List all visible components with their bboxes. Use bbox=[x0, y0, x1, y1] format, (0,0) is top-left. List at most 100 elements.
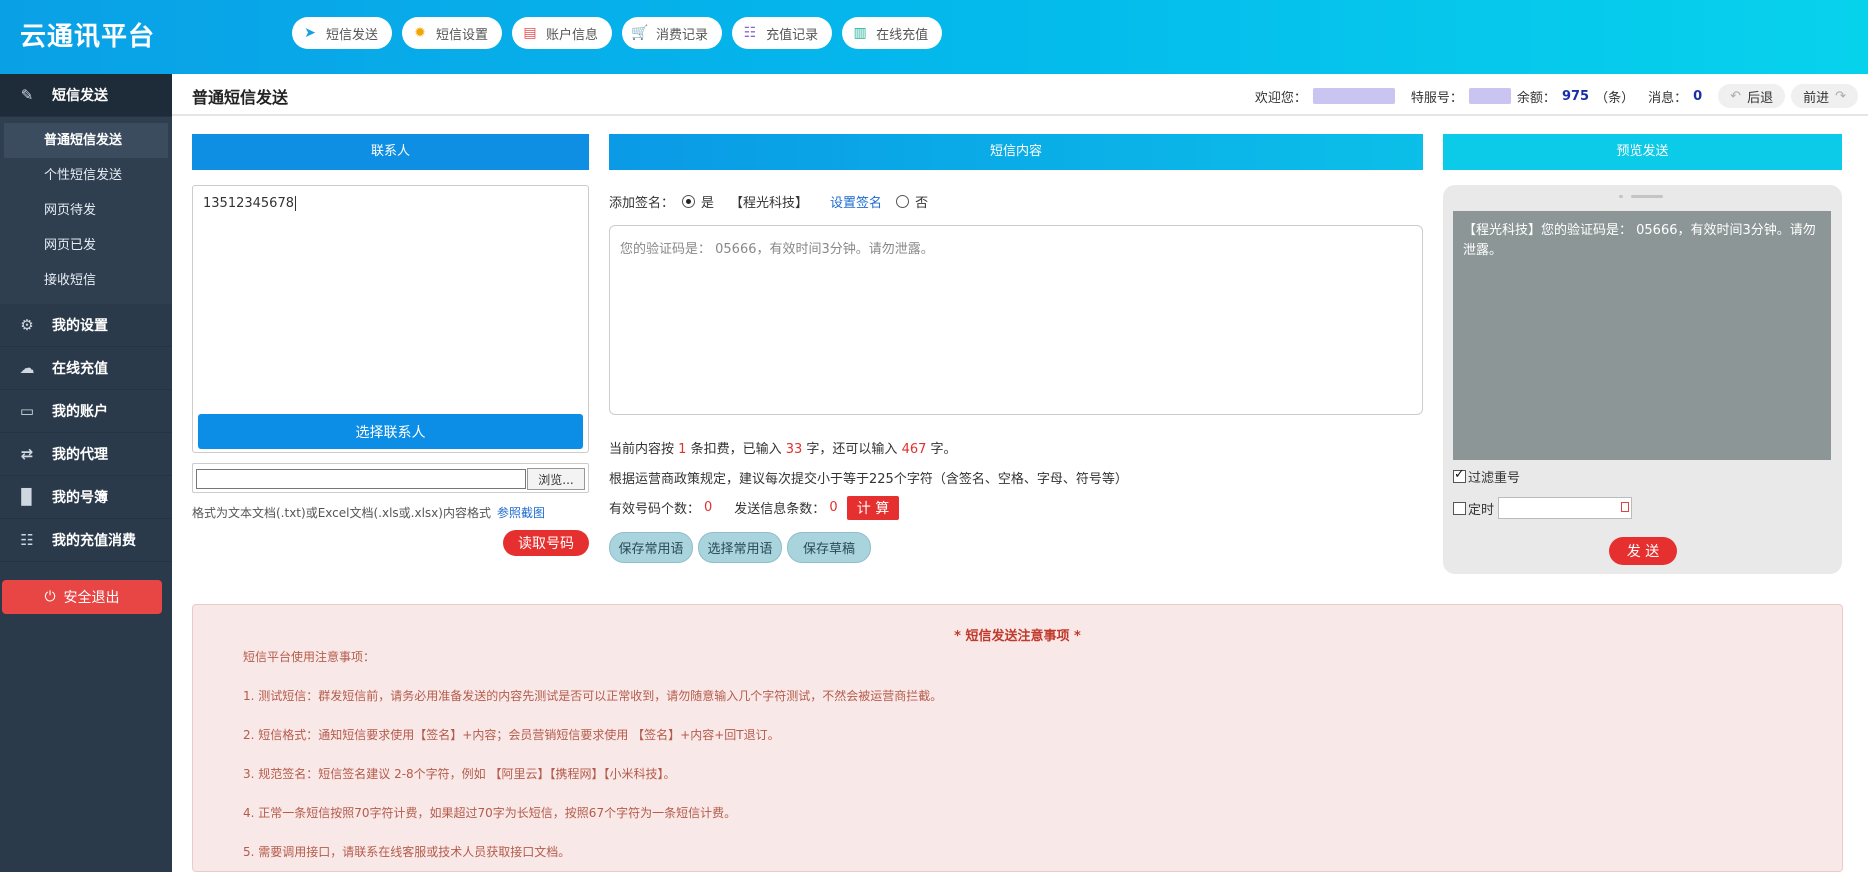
service-number-label: 特服号： bbox=[1410, 90, 1463, 106]
send-count-value: 0 bbox=[829, 500, 838, 515]
sidebar-item-label: 我的号簿 bbox=[52, 490, 108, 506]
signature-no-radio[interactable] bbox=[896, 195, 910, 208]
set-signature-link[interactable]: 设置签名 bbox=[830, 192, 882, 211]
topnav-account-info[interactable]: ▤ 账户信息 bbox=[512, 17, 613, 49]
back-arrow-icon: ↶ bbox=[1730, 88, 1742, 104]
sidebar-sub-list: 普通短信发送 个性短信发送 网页待发 网页已发 接收短信 bbox=[0, 117, 172, 304]
select-contacts-button[interactable]: 选择联系人 bbox=[198, 414, 583, 449]
sidebar-item-label: 我的设置 bbox=[52, 318, 108, 334]
notice-intro: 短信平台使用注意事项： bbox=[243, 650, 376, 664]
grid-list-icon: ☷ bbox=[743, 25, 757, 41]
monitor-icon: ▭ bbox=[19, 402, 35, 420]
topnav-recharge-records[interactable]: ☷ 充值记录 bbox=[732, 17, 833, 49]
timer-checkbox[interactable] bbox=[1453, 501, 1466, 515]
notice-item: 1. 测试短信：群发短信前，请务必用准备发送的内容先测试是否可以正常收到，请勿随… bbox=[243, 689, 943, 703]
signature-yes-radio[interactable] bbox=[682, 195, 696, 208]
top-header: 云通讯平台 ➤ 短信发送 ✹ 短信设置 ▤ 账户信息 🛒 消费记录 ☷ 充值记录… bbox=[0, 0, 1868, 74]
contacts-value: 13512345678 bbox=[203, 196, 294, 211]
cart-icon: 🛒 bbox=[631, 25, 649, 41]
topnav-sms-send[interactable]: ➤ 短信发送 bbox=[292, 17, 393, 49]
paper-plane-icon: ➤ bbox=[304, 25, 316, 41]
sidebar-item-my-agent[interactable]: ⇄ 我的代理 bbox=[0, 433, 172, 476]
topnav-sms-settings[interactable]: ✹ 短信设置 bbox=[402, 17, 503, 49]
valid-numbers-label: 有效号码个数： bbox=[609, 502, 701, 517]
signature-no-label: 否 bbox=[915, 196, 929, 211]
phone-preview-screen: 【程光科技】您的验证码是： 05666，有效时间3分钟。请勿泄露。 bbox=[1453, 211, 1831, 460]
sidebar-sub-personal-sms[interactable]: 个性短信发送 bbox=[0, 158, 172, 193]
sidebar-item-my-account[interactable]: ▭ 我的账户 bbox=[0, 390, 172, 433]
save-common-phrase-button[interactable]: 保存常用语 bbox=[609, 532, 693, 563]
sidebar-item-label: 我的账户 bbox=[52, 404, 108, 420]
book-icon: ▉ bbox=[21, 488, 33, 506]
topnav-label: 短信发送 bbox=[326, 27, 379, 43]
notice-item: 5. 需要调用接口，请联系在线客服或技术人员获取接口文档。 bbox=[243, 845, 571, 859]
bill-count: 1 bbox=[678, 442, 687, 457]
topnav-consume-records[interactable]: 🛒 消费记录 bbox=[622, 17, 723, 49]
filter-duplicates-label: 过滤重号 bbox=[1468, 471, 1521, 486]
sms-content-textarea[interactable]: 您的验证码是： 05666，有效时间3分钟。请勿泄露。 bbox=[609, 225, 1423, 415]
balance-value: 975 bbox=[1561, 88, 1590, 104]
sidebar-sub-normal-sms[interactable]: 普通短信发送 bbox=[4, 123, 168, 158]
valid-numbers-count: 0 bbox=[704, 500, 713, 515]
count-text: 当前内容按 bbox=[609, 442, 675, 457]
timer-label: 定时 bbox=[1468, 502, 1495, 518]
contacts-textarea[interactable]: 13512345678 bbox=[192, 185, 589, 453]
read-numbers-button[interactable]: 读取号码 bbox=[503, 530, 589, 556]
policy-note: 根据运营商政策规定，建议每次提交小于等于225个字符（含签名、空格、字母、符号等… bbox=[609, 472, 1128, 487]
gear-icon: ⚙ bbox=[20, 316, 34, 334]
messages-count[interactable]: 0 bbox=[1693, 89, 1702, 104]
calendar-icon bbox=[1621, 502, 1630, 512]
preview-panel-header: 预览发送 bbox=[1443, 134, 1842, 170]
topnav-label: 短信设置 bbox=[436, 27, 489, 43]
back-button[interactable]: ↶ 后退 bbox=[1718, 84, 1786, 108]
logout-label: 安全退出 bbox=[63, 590, 120, 606]
forward-arrow-icon: ↷ bbox=[1835, 88, 1846, 104]
back-label: 后退 bbox=[1747, 90, 1774, 106]
save-draft-button[interactable]: 保存草稿 bbox=[787, 532, 871, 563]
power-icon: ⏻ bbox=[44, 589, 56, 605]
send-count-label: 发送信息条数： bbox=[734, 502, 826, 517]
timer-datetime-input[interactable] bbox=[1498, 497, 1633, 519]
phone-speaker-icon bbox=[1619, 195, 1663, 198]
notice-item: 3. 规范签名：短信签名建议 2-8个字符，例如 【阿里云】【携程网】【小米科技… bbox=[243, 767, 676, 781]
service-number-redacted bbox=[1468, 88, 1511, 104]
signature-row: 添加签名： 是 【程光科技】 设置签名 否 bbox=[609, 192, 928, 211]
sidebar-sub-received[interactable]: 接收短信 bbox=[0, 263, 172, 298]
browse-button[interactable]: 浏览... bbox=[527, 468, 585, 490]
topnav-label: 在线充值 bbox=[876, 27, 929, 43]
format-note: 格式为文本文档(.txt)或Excel文档(.xls或.xlsx)内容格式 参照截… bbox=[192, 504, 545, 521]
sidebar-item-my-phonebook[interactable]: ▉ 我的号簿 bbox=[0, 476, 172, 519]
sidebar-sub-pending[interactable]: 网页待发 bbox=[0, 193, 172, 228]
signature-value: 【程光科技】 bbox=[730, 196, 809, 211]
file-path-input[interactable] bbox=[196, 469, 526, 489]
grid-list-icon: ☷ bbox=[20, 531, 34, 549]
edit-icon: ✎ bbox=[20, 86, 34, 104]
file-upload-field[interactable]: 浏览... bbox=[192, 463, 589, 493]
logout-button[interactable]: ⏻ 安全退出 bbox=[2, 580, 162, 614]
sidebar-item-my-settings[interactable]: ⚙ 我的设置 bbox=[0, 304, 172, 347]
book-icon: ▥ bbox=[853, 25, 867, 41]
remaining-count: 467 bbox=[901, 442, 927, 457]
topnav-label: 消费记录 bbox=[656, 27, 709, 43]
select-common-phrase-button[interactable]: 选择常用语 bbox=[698, 532, 782, 563]
filter-duplicates-checkbox[interactable] bbox=[1453, 467, 1466, 483]
timer-row: 定时 bbox=[1453, 497, 1633, 519]
topnav-online-recharge[interactable]: ▥ 在线充值 bbox=[842, 17, 943, 49]
signature-label: 添加签名： bbox=[609, 196, 675, 211]
calculate-button[interactable]: 计 算 bbox=[847, 496, 899, 520]
sidebar-item-sms-send[interactable]: ✎ 短信发送 bbox=[0, 74, 172, 117]
shuffle-icon: ⇄ bbox=[20, 445, 34, 463]
sidebar-item-my-recharge-consume[interactable]: ☷ 我的充值消费 bbox=[0, 519, 172, 562]
send-button[interactable]: 发 送 bbox=[1609, 537, 1677, 565]
notice-item: 4. 正常一条短信按照70字符计费，如果超过70字为长短信，按照67个字符为一条… bbox=[243, 806, 737, 820]
sidebar-sub-sent[interactable]: 网页已发 bbox=[0, 228, 172, 263]
reference-screenshot-link[interactable]: 参照截图 bbox=[497, 506, 545, 520]
sidebar-item-label: 我的代理 bbox=[52, 447, 108, 463]
send-stats: 有效号码个数： 0 发送信息条数： 0 bbox=[609, 498, 838, 517]
welcome-label: 欢迎您： bbox=[1254, 90, 1307, 106]
page-title: 普通短信发送 bbox=[192, 88, 289, 107]
sidebar-item-online-recharge[interactable]: ☁ 在线充值 bbox=[0, 347, 172, 390]
forward-button[interactable]: 前进 ↷ bbox=[1791, 84, 1858, 108]
sidebar-item-label: 我的充值消费 bbox=[52, 533, 136, 549]
cloud-icon: ☁ bbox=[19, 359, 35, 377]
